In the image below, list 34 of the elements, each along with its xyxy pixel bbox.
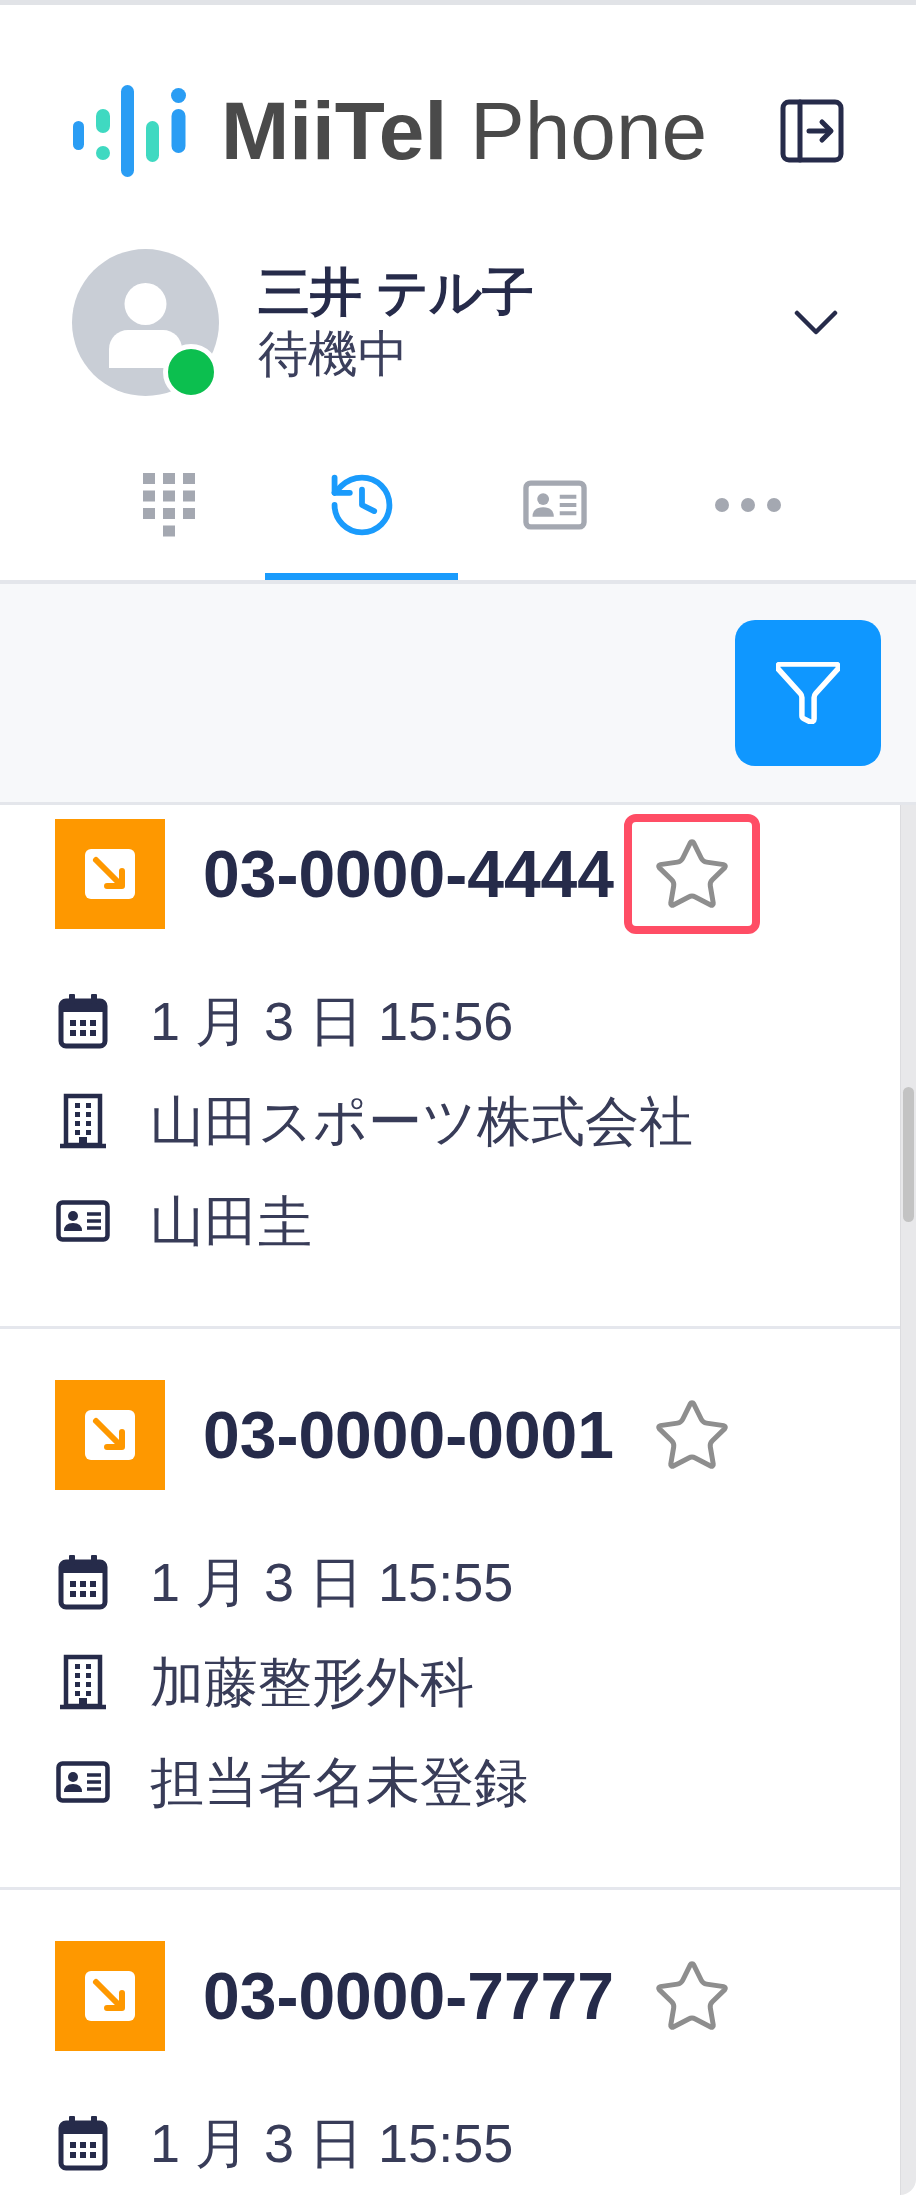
more-icon: [714, 497, 781, 512]
person-silhouette-icon: [109, 283, 182, 368]
phone-number: 03-0000-0001: [203, 1402, 615, 1468]
star-icon[interactable]: [655, 1961, 730, 2031]
calendar-icon: [58, 2115, 108, 2171]
calendar-icon: [58, 993, 108, 1049]
phone-number: 03-0000-4444: [203, 841, 615, 907]
contact-card-icon: [56, 1200, 110, 1242]
building-icon: [59, 1654, 107, 1710]
logo-text: MiiTel Phone: [221, 90, 708, 172]
logo-icon: [72, 85, 187, 177]
chevron-down-icon[interactable]: [794, 309, 838, 336]
filter-icon: [776, 662, 840, 724]
sidebar-toggle-icon[interactable]: [780, 99, 844, 163]
call-date: 1 月 3 日 15:56: [150, 994, 514, 1048]
building-icon: [59, 1093, 107, 1149]
phone-number: 03-0000-7777: [203, 1963, 615, 2029]
scrollbar-thumb[interactable]: [903, 1087, 914, 1222]
filter-button[interactable]: [735, 620, 881, 766]
call-date: 1 月 3 日 15:55: [150, 2116, 514, 2170]
user-name: 三井 テル子: [258, 261, 535, 323]
contact-card-icon: [522, 479, 587, 530]
company-name: 山田スポーツ株式会社: [150, 1094, 693, 1148]
contact-card-icon: [56, 1761, 110, 1803]
star-icon[interactable]: [655, 839, 730, 909]
user-status: 待機中: [258, 324, 409, 384]
contact-name: 担当者名未登録: [150, 1755, 528, 1809]
contact-name: 山田圭: [150, 1194, 312, 1248]
calendar-icon: [58, 1554, 108, 1610]
star-icon[interactable]: [655, 1400, 730, 1470]
history-icon: [329, 472, 394, 537]
company-name: 加藤整形外科: [150, 1655, 474, 1709]
dialpad-icon: [142, 472, 195, 537]
call-date: 1 月 3 日 15:55: [150, 1555, 514, 1609]
